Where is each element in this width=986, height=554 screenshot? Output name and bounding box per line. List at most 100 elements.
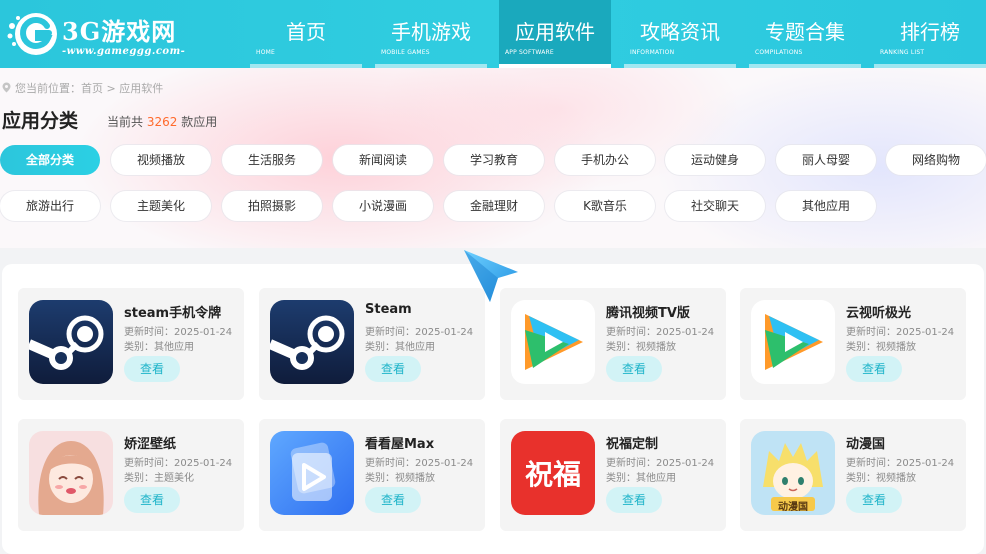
- anime-boy-icon: 动漫国: [751, 431, 835, 515]
- breadcrumb: 您当前位置：首页 > 应用软件: [2, 80, 163, 96]
- nav-item-ranking-list[interactable]: 排行榜 RANKING LIST: [874, 0, 986, 68]
- nav-item-app-software[interactable]: 应用软件 APP SOFTWARE: [499, 0, 611, 68]
- nav-item-compilations[interactable]: 专题合集 COMPILATIONS: [749, 0, 861, 68]
- view-button[interactable]: 查看: [124, 487, 180, 513]
- section-title-text: 应用分类: [2, 110, 79, 132]
- blessing-icon: 祝福: [511, 431, 595, 515]
- app-title[interactable]: 动漫国: [846, 433, 885, 452]
- breadcrumb-home-link[interactable]: 首页: [81, 82, 103, 95]
- app-card[interactable]: 祝福 祝福定制 更新时间：2025-01-24 类别：其他应用 查看: [500, 419, 726, 531]
- site-logo[interactable]: 3G游戏网 -www.gameggg.com-: [0, 4, 200, 64]
- anime-boy-icon-text: 动漫国: [778, 502, 808, 513]
- category-pill[interactable]: 金融理财: [444, 191, 544, 221]
- app-title[interactable]: 祝福定制: [606, 433, 658, 452]
- app-card[interactable]: 看看屋Max 更新时间：2025-01-24 类别：视频播放 查看: [259, 419, 485, 531]
- nav-label: 攻略资讯: [640, 20, 720, 44]
- category-pill[interactable]: 旅游出行: [0, 191, 100, 221]
- nav-sublabel: RANKING LIST: [880, 49, 925, 56]
- view-button[interactable]: 查看: [846, 356, 902, 382]
- app-card[interactable]: steam手机令牌 更新时间：2025-01-24 类别：其他应用 查看: [18, 288, 244, 400]
- category-pill[interactable]: 丽人母婴: [776, 145, 876, 175]
- app-update-date: 更新时间：2025-01-24: [124, 327, 233, 338]
- app-card[interactable]: 云视听极光 更新时间：2025-01-24 类别：视频播放 查看: [740, 288, 966, 400]
- count-number: 3262: [146, 115, 178, 129]
- app-card[interactable]: Steam 更新时间：2025-01-24 类别：其他应用 查看: [259, 288, 485, 400]
- app-grid: steam手机令牌 更新时间：2025-01-24 类别：其他应用 查看 Ste…: [2, 264, 984, 554]
- app-card[interactable]: 娇涩壁纸 更新时间：2025-01-24 类别：主题美化 查看: [18, 419, 244, 531]
- breadcrumb-current: 应用软件: [119, 82, 164, 95]
- nav-label: 手机游戏: [391, 20, 471, 44]
- app-update-date: 更新时间：2025-01-24: [124, 458, 233, 469]
- logo-g-icon: [7, 13, 57, 55]
- category-pill[interactable]: 主题美化: [111, 191, 211, 221]
- logo-title: 3G游戏网: [62, 17, 177, 46]
- category-pill[interactable]: K歌音乐: [555, 191, 655, 221]
- anime-girl-icon: [29, 431, 113, 515]
- app-title[interactable]: Steam: [365, 302, 412, 317]
- blessing-icon-text: 祝福: [524, 458, 581, 491]
- app-category: 类别：其他应用: [606, 473, 676, 484]
- view-button[interactable]: 查看: [124, 356, 180, 382]
- app-update-date: 更新时间：2025-01-24: [606, 327, 715, 338]
- category-pill[interactable]: 手机办公: [555, 145, 655, 175]
- steam-icon: [29, 300, 113, 384]
- app-category: 类别：视频播放: [365, 473, 435, 484]
- tencent-video-icon: [511, 300, 595, 384]
- nav-label: 专题合集: [765, 20, 845, 44]
- app-card[interactable]: 动漫国 动漫国 更新时间：2025-01-24 类别：视频播放 查看: [740, 419, 966, 531]
- nav-label: 首页: [286, 20, 326, 44]
- app-count: 当前共 3262 款应用: [107, 113, 217, 130]
- app-category: 类别：视频播放: [606, 342, 676, 353]
- steam-icon: [270, 300, 354, 384]
- nav-item-mobile-games[interactable]: 手机游戏 MOBILE GAMES: [375, 0, 487, 68]
- app-category: 类别：其他应用: [365, 342, 435, 353]
- nav-sublabel: INFORMATION: [630, 49, 675, 56]
- app-category: 类别：视频播放: [846, 473, 916, 484]
- app-category: 类别：主题美化: [124, 473, 194, 484]
- nav-item-home[interactable]: 首页 HOME: [250, 0, 362, 68]
- view-button[interactable]: 查看: [365, 356, 421, 382]
- section-title: 应用分类: [2, 106, 100, 133]
- location-pin-icon: [2, 82, 11, 93]
- category-pill[interactable]: 运动健身: [665, 145, 765, 175]
- category-pill[interactable]: 生活服务: [222, 145, 322, 175]
- view-button[interactable]: 查看: [846, 487, 902, 513]
- app-update-date: 更新时间：2025-01-24: [846, 458, 955, 469]
- category-pill[interactable]: 拍照摄影: [222, 191, 322, 221]
- view-button[interactable]: 查看: [365, 487, 421, 513]
- category-pill[interactable]: 社交聊天: [665, 191, 765, 221]
- app-update-date: 更新时间：2025-01-24: [606, 458, 715, 469]
- category-pill[interactable]: 视频播放: [111, 145, 211, 175]
- play-cards-icon: [270, 431, 354, 515]
- app-card[interactable]: 腾讯视频TV版 更新时间：2025-01-24 类别：视频播放 查看: [500, 288, 726, 400]
- category-pill[interactable]: 小说漫画: [333, 191, 433, 221]
- category-pill[interactable]: 网络购物: [886, 145, 986, 175]
- nav-label: 应用软件: [515, 20, 595, 44]
- decorative-arrow-icon: [464, 250, 518, 302]
- nav-sublabel: COMPILATIONS: [755, 49, 803, 56]
- app-category: 类别：视频播放: [846, 342, 916, 353]
- app-title[interactable]: 娇涩壁纸: [124, 433, 176, 452]
- nav-sublabel: HOME: [256, 49, 276, 56]
- breadcrumb-separator: >: [106, 82, 116, 95]
- nav-sublabel: APP SOFTWARE: [505, 49, 554, 56]
- category-pill[interactable]: 新闻阅读: [333, 145, 433, 175]
- app-update-date: 更新时间：2025-01-24: [365, 458, 474, 469]
- view-button[interactable]: 查看: [606, 356, 662, 382]
- app-title[interactable]: steam手机令牌: [124, 302, 221, 321]
- app-title[interactable]: 云视听极光: [846, 302, 911, 321]
- nav-item-information[interactable]: 攻略资讯 INFORMATION: [624, 0, 736, 68]
- category-pill[interactable]: 其他应用: [776, 191, 876, 221]
- nav-sublabel: MOBILE GAMES: [381, 49, 430, 56]
- category-pill-all[interactable]: 全部分类: [0, 145, 100, 175]
- view-button[interactable]: 查看: [606, 487, 662, 513]
- app-category: 类别：其他应用: [124, 342, 194, 353]
- nav-label: 排行榜: [900, 20, 960, 44]
- app-title[interactable]: 腾讯视频TV版: [606, 302, 690, 321]
- app-title[interactable]: 看看屋Max: [365, 433, 434, 452]
- category-pill[interactable]: 学习教育: [444, 145, 544, 175]
- tencent-video-icon: [751, 300, 835, 384]
- breadcrumb-prefix: 您当前位置：: [15, 82, 81, 95]
- count-prefix: 当前共: [107, 115, 144, 129]
- app-update-date: 更新时间：2025-01-24: [846, 327, 955, 338]
